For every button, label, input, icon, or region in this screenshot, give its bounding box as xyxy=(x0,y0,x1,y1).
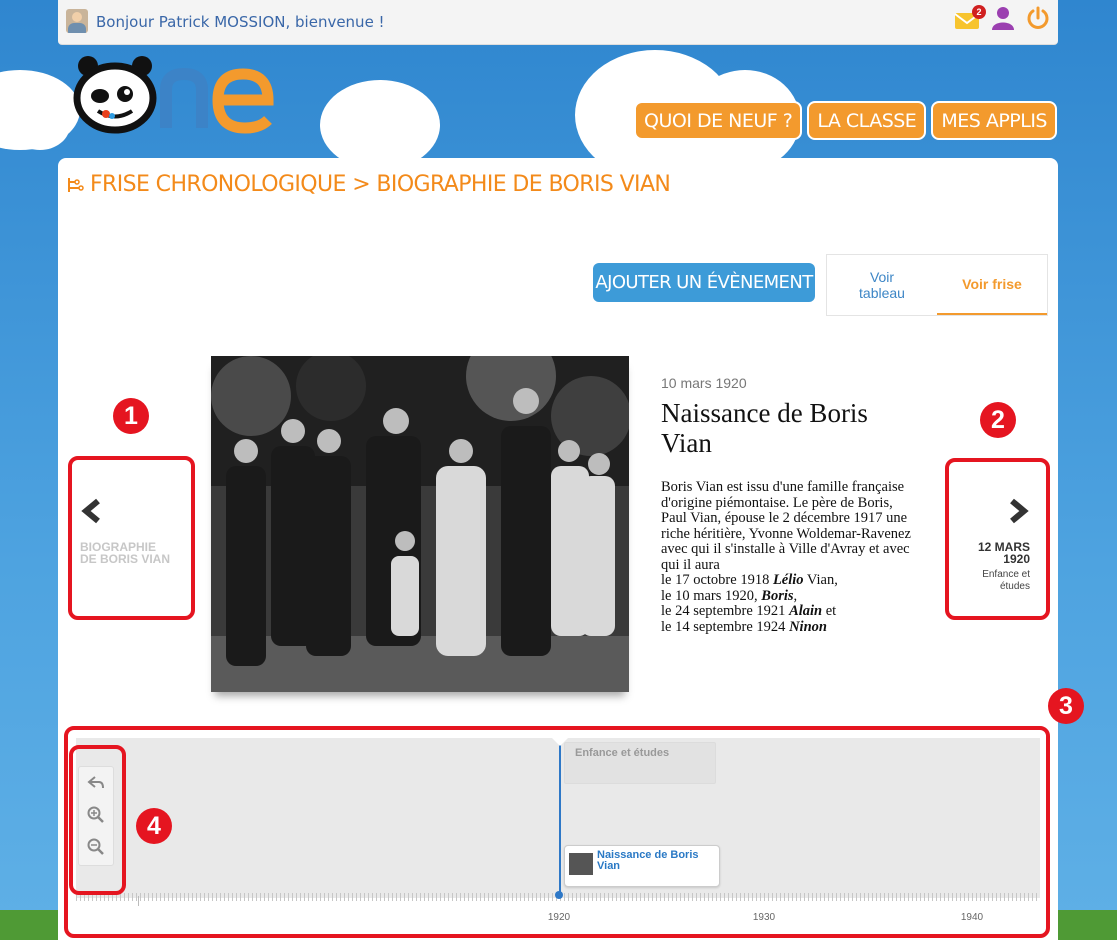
view-toggle: Voir tableau Voir frise xyxy=(826,254,1048,316)
annotation-number-4: 4 xyxy=(136,808,172,844)
timeline-app-icon xyxy=(68,177,84,192)
main-nav: QUOI DE NEUF ? LA CLASSE MES APPLIS xyxy=(634,101,1057,140)
event-photo xyxy=(211,356,629,692)
annotation-box-4 xyxy=(69,745,126,895)
page-title: FRISE CHRONOLOGIQUE > BIOGRAPHIE DE BORI… xyxy=(90,172,671,197)
annotation-number-2: 2 xyxy=(980,402,1016,438)
annotation-number-1: 1 xyxy=(113,398,149,434)
cloud-decoration xyxy=(320,80,440,170)
greeting-text: Bonjour Patrick MOSSION, bienvenue ! xyxy=(96,13,385,31)
child-line: le 10 mars 1920, Boris, xyxy=(661,587,798,604)
tab-view-table-label: Voir tableau xyxy=(859,269,905,301)
breadcrumb: FRISE CHRONOLOGIQUE > BIOGRAPHIE DE BORI… xyxy=(66,172,671,197)
annotation-number-3: 3 xyxy=(1048,688,1084,724)
cloud-decoration xyxy=(10,100,70,150)
child-line: le 24 septembre 1921 Alain et xyxy=(661,603,837,619)
top-icons: 2 xyxy=(954,4,1050,35)
user-avatar[interactable] xyxy=(66,9,88,33)
top-bar: Bonjour Patrick MOSSION, bienvenue ! 2 xyxy=(58,0,1058,45)
event-title: Naissance de Boris Vian xyxy=(661,398,868,458)
event-date: 10 mars 1920 xyxy=(661,375,747,391)
nav-quoi-de-neuf[interactable]: QUOI DE NEUF ? xyxy=(634,101,803,140)
mail-icon[interactable]: 2 xyxy=(954,4,986,31)
one-logo[interactable] xyxy=(70,56,280,136)
tab-view-table[interactable]: Voir tableau xyxy=(827,255,937,315)
child-line: le 14 septembre 1924 Ninon xyxy=(661,618,827,635)
nav-la-classe[interactable]: LA CLASSE xyxy=(807,101,927,140)
tab-view-timeline-label: Voir frise xyxy=(962,276,1022,292)
annotation-box-3 xyxy=(64,726,1050,938)
mail-badge: 2 xyxy=(972,4,986,19)
child-line: le 17 octobre 1918 Lélio Vian, xyxy=(661,572,838,588)
profile-icon[interactable] xyxy=(992,6,1014,35)
power-icon[interactable] xyxy=(1026,6,1050,35)
annotation-box-1 xyxy=(68,456,195,620)
nav-mes-applis[interactable]: MES APPLIS xyxy=(931,101,1057,140)
tab-view-timeline[interactable]: Voir frise xyxy=(937,255,1047,315)
annotation-box-2 xyxy=(945,458,1050,620)
event-description: Boris Vian est issu d'une famille frança… xyxy=(661,479,921,635)
add-event-button[interactable]: AJOUTER UN ÉVÈNEMENT xyxy=(593,263,815,302)
event-description-intro: Boris Vian est issu d'une famille frança… xyxy=(661,479,911,573)
